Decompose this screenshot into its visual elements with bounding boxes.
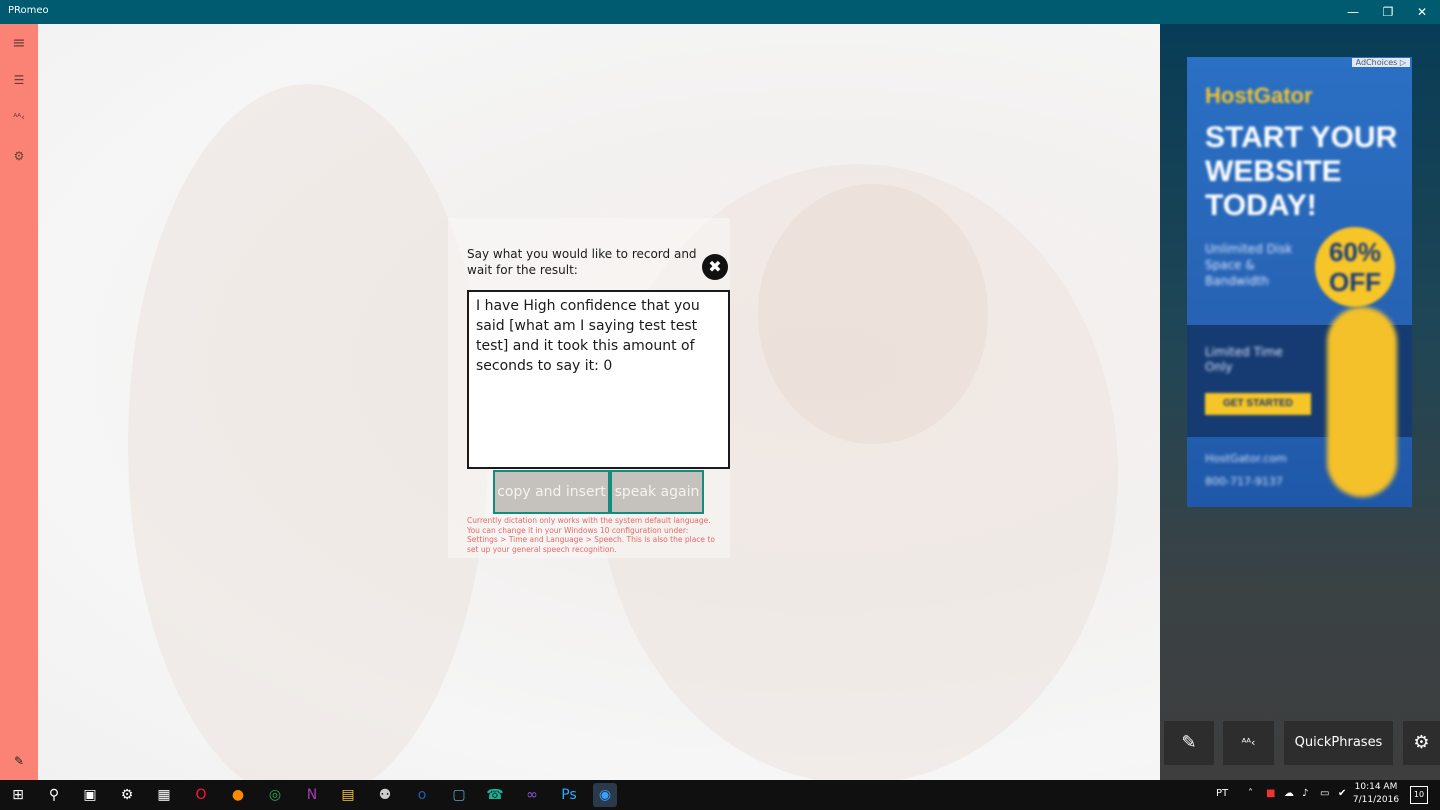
ad-cta-button[interactable]: GET STARTED: [1205, 393, 1311, 415]
phone-icon[interactable]: ☎: [483, 783, 507, 807]
list-icon[interactable]: ☰: [9, 70, 29, 90]
ad-contact-site: HostGator.com: [1205, 452, 1287, 465]
outlook-icon[interactable]: o: [410, 783, 434, 807]
opera-icon[interactable]: O: [189, 783, 213, 807]
background-figure: [758, 184, 988, 444]
speak-again-button[interactable]: speak again: [610, 470, 704, 514]
dialog-close-button[interactable]: ✖: [702, 254, 728, 280]
gear-icon[interactable]: ⚙: [9, 146, 29, 166]
advertisement-banner[interactable]: AdChoices ▷ HostGator START YOUR WEBSITE…: [1187, 57, 1412, 507]
ad-brand: HostGator: [1205, 83, 1313, 108]
firefox-icon[interactable]: ●: [226, 783, 250, 807]
taskbar: ⊞ ⚲ ▣ ⚙ ▦ O ● ◎ N ▤ ⚉ o ▢ ☎ ∞ Ps ◉ PT ˄ ■ ☁ ♪ ▭ ✔ 10:14 …: [0, 780, 1440, 810]
ad-band-text: Limited Time Only: [1205, 345, 1283, 374]
ad-subtext: Unlimited Disk Space & Bandwidth: [1205, 242, 1293, 288]
chrome-icon[interactable]: ◎: [263, 783, 287, 807]
close-window-button[interactable]: ✕: [1405, 0, 1439, 24]
pen-icon[interactable]: ✎: [9, 751, 29, 771]
title-bar: PRomeo — ❐ ✕: [0, 0, 1440, 24]
promeo-icon[interactable]: ◉: [593, 783, 617, 807]
app-icon[interactable]: ⚉: [373, 783, 397, 807]
clock-date: 7/11/2016: [1352, 795, 1400, 805]
tray-cloud-icon[interactable]: ☁: [1284, 788, 1294, 799]
tray-volume-icon[interactable]: ♪: [1302, 788, 1308, 799]
file-explorer-icon[interactable]: ▤: [336, 783, 360, 807]
visual-studio-icon[interactable]: ∞: [520, 783, 544, 807]
text-size-button[interactable]: ᴬᴬ‹: [1223, 721, 1274, 765]
ad-headline: START YOUR WEBSITE TODAY!: [1205, 121, 1398, 222]
dialog-prompt: Say what you would like to record and wa…: [467, 247, 697, 277]
left-sidebar: ≡ ☰ ᴬᴬ‹ ⚙ ✎: [0, 24, 38, 780]
ad-mascot: [1327, 307, 1397, 497]
settings-button[interactable]: ⚙: [1403, 721, 1440, 765]
window-title: PRomeo: [8, 5, 49, 16]
minimize-button[interactable]: —: [1336, 0, 1370, 24]
dictation-language-note: Currently dictation only works with the …: [467, 516, 715, 555]
start-icon[interactable]: ⊞: [6, 783, 30, 807]
hamburger-menu-icon[interactable]: ≡: [9, 33, 29, 53]
tray-check-icon[interactable]: ✔: [1338, 788, 1346, 799]
pen-button[interactable]: ✎: [1164, 721, 1214, 765]
tray-security-icon[interactable]: ■: [1266, 788, 1275, 799]
background-figure: [128, 84, 488, 780]
tray-network-icon[interactable]: ▭: [1320, 788, 1329, 799]
restore-button[interactable]: ❐: [1371, 0, 1405, 24]
task-view-icon[interactable]: ▣: [78, 783, 102, 807]
ad-discount-badge: 60% OFF: [1315, 227, 1395, 307]
quickphrases-button[interactable]: QuickPhrases: [1284, 721, 1393, 765]
monitor-app-icon[interactable]: ▢: [447, 783, 471, 807]
settings-app-icon[interactable]: ⚙: [115, 783, 139, 807]
adchoices-label[interactable]: AdChoices ▷: [1351, 58, 1410, 67]
taskbar-clock[interactable]: 10:14 AM 7/11/2016: [1352, 781, 1400, 807]
dictation-result-textbox[interactable]: I have High confidence that you said [wh…: [467, 290, 730, 469]
store-icon[interactable]: ▦: [152, 783, 176, 807]
onenote-icon[interactable]: N: [300, 783, 324, 807]
photoshop-icon[interactable]: Ps: [557, 783, 581, 807]
copy-and-insert-button[interactable]: copy and insert: [493, 470, 610, 514]
text-size-icon[interactable]: ᴬᴬ‹: [9, 108, 29, 128]
notification-center-icon[interactable]: 10: [1410, 786, 1428, 804]
ad-contact-phone: 800-717-9137: [1205, 475, 1283, 488]
language-indicator[interactable]: PT: [1216, 788, 1228, 799]
clock-time: 10:14 AM: [1354, 782, 1398, 792]
search-icon[interactable]: ⚲: [42, 783, 66, 807]
tray-chevron-icon[interactable]: ˄: [1248, 788, 1253, 799]
